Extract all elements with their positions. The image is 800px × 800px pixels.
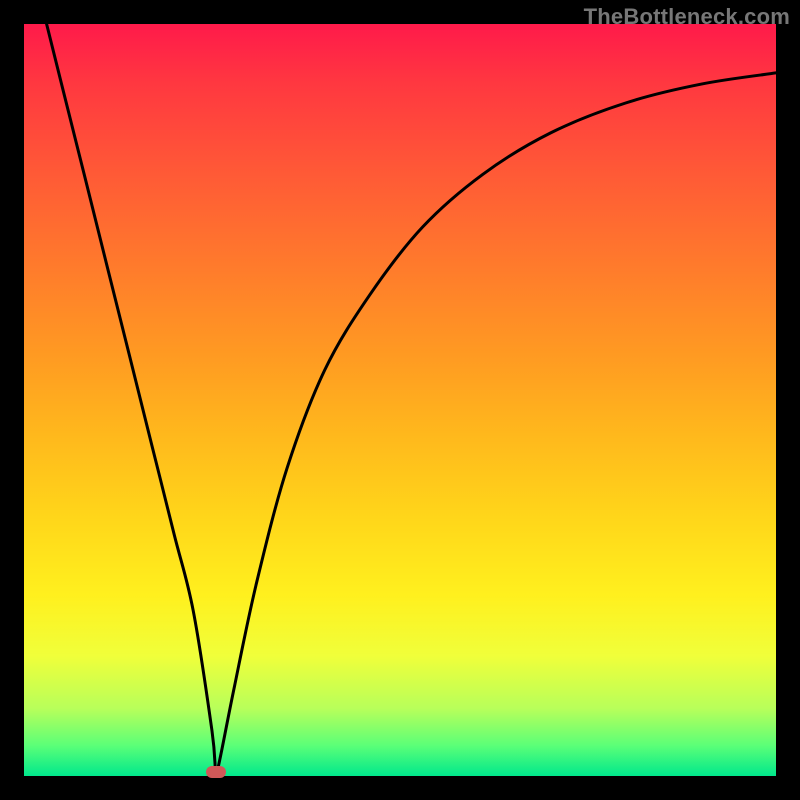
optimal-marker xyxy=(206,766,226,778)
watermark-text: TheBottleneck.com xyxy=(584,4,790,30)
chart-frame: TheBottleneck.com xyxy=(0,0,800,800)
bottleneck-curve xyxy=(24,24,776,776)
plot-area xyxy=(24,24,776,776)
